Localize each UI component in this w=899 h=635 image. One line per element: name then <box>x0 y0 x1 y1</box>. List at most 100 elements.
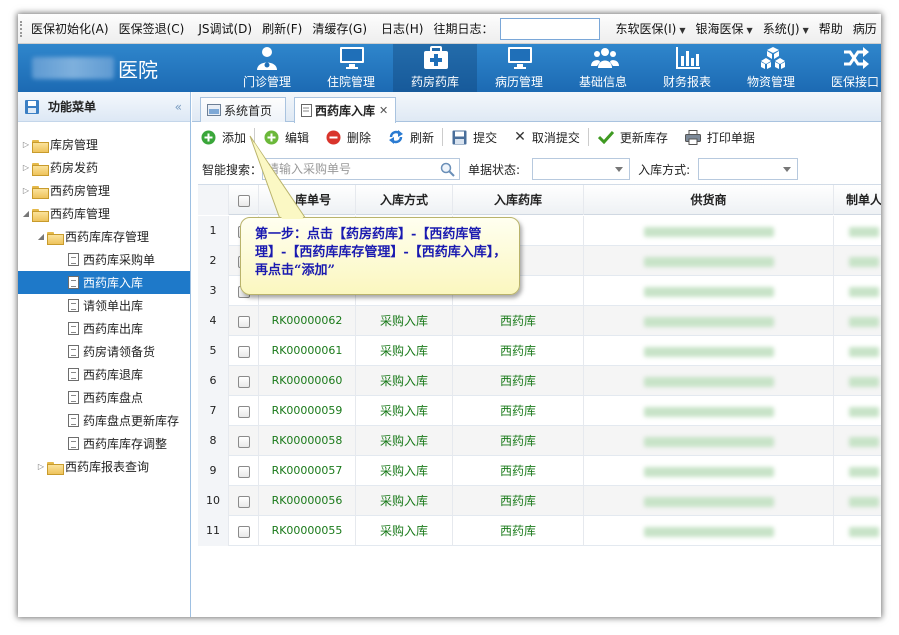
collapse-arrow-icon[interactable]: ◢ <box>21 209 31 218</box>
header-stock-in-mode[interactable]: 入库方式 <box>356 185 453 215</box>
header-supplier[interactable]: 供货商 <box>584 185 834 215</box>
table-row[interactable]: 4 RK00000062 采购入库 西药库 <box>198 306 881 336</box>
header-maker[interactable]: 制单人 <box>834 185 881 215</box>
sidebar-item-label: 西药库库存管理 <box>65 230 150 244</box>
nav-financial-reports[interactable]: 财务报表 <box>645 44 729 92</box>
menu-yinhai-insurance[interactable]: 银海医保 ▼ <box>691 20 758 37</box>
header-stock-in-id[interactable]: 入库单号 <box>259 185 356 215</box>
tab-home[interactable]: 系统首页 <box>200 97 286 122</box>
nav-basic-info[interactable]: 基础信息 <box>561 44 645 92</box>
checkbox[interactable] <box>237 495 250 508</box>
menu-dongruan-insurance[interactable]: 东软医保(I) ▼ <box>610 20 690 37</box>
table-row[interactable]: 11 RK00000055 采购入库 西药库 <box>198 516 881 546</box>
delete-button-label: 删除 <box>347 130 372 145</box>
checkbox[interactable] <box>237 315 250 328</box>
header-select-all[interactable] <box>229 185 259 215</box>
menu-medical-record[interactable]: 病历 <box>848 20 881 37</box>
row-select-cell[interactable] <box>229 456 259 486</box>
checkbox[interactable] <box>237 375 250 388</box>
sidebar-item-purchase-order[interactable]: 西药库采购单 <box>18 248 190 271</box>
delete-button[interactable]: 删除 <box>317 124 379 150</box>
sidebar-item-stocktake-update[interactable]: 药库盘点更新库存 <box>18 409 190 432</box>
add-button[interactable]: 添加 <box>192 124 254 150</box>
sidebar-item-requisition-out[interactable]: 请领单出库 <box>18 294 190 317</box>
nav-inpatient[interactable]: 住院管理 <box>309 44 393 92</box>
supplier-redacted <box>643 316 774 327</box>
expand-arrow-icon[interactable]: ▷ <box>36 462 46 471</box>
table-row[interactable]: 10 RK00000056 采购入库 西药库 <box>198 486 881 516</box>
edit-button[interactable]: 编辑 <box>255 124 317 150</box>
table-row[interactable]: 6 RK00000060 采购入库 西药库 <box>198 366 881 396</box>
supplier-cell <box>584 456 834 486</box>
shuffle-icon <box>844 47 869 69</box>
sidebar-item-dispensing[interactable]: ▷ 药房发药 <box>18 156 190 179</box>
search-icon[interactable] <box>440 162 455 177</box>
print-button[interactable]: 打印单据 <box>676 124 763 150</box>
expand-arrow-icon[interactable]: ▷ <box>21 140 31 149</box>
sidebar-item-label: 西药库采购单 <box>83 253 156 267</box>
delete-circle-icon <box>326 130 341 144</box>
row-select-cell[interactable] <box>229 426 259 456</box>
nav-materials[interactable]: 物资管理 <box>729 44 813 92</box>
maker-cell <box>834 396 881 426</box>
table-row[interactable]: 8 RK00000058 采购入库 西药库 <box>198 426 881 456</box>
menu-system[interactable]: 系统(J) ▼ <box>758 20 814 37</box>
submit-button[interactable]: 提交 <box>443 124 505 150</box>
sidebar-item-storeroom[interactable]: ▷ 库房管理 <box>18 133 190 156</box>
sidebar-item-west-inventory[interactable]: ◢ 西药库库存管理 <box>18 225 190 248</box>
row-select-cell[interactable] <box>229 306 259 336</box>
collapse-arrow-icon[interactable]: ◢ <box>36 232 46 241</box>
save-disk-icon <box>25 99 39 114</box>
update-stock-button[interactable]: 更新库存 <box>589 124 676 150</box>
table-row[interactable]: 5 RK00000061 采购入库 西药库 <box>198 336 881 366</box>
sidebar-item-stocktake[interactable]: 西药库盘点 <box>18 386 190 409</box>
expand-arrow-icon[interactable]: ▷ <box>21 163 31 172</box>
menu-log[interactable]: 日志(H) <box>376 20 428 37</box>
sidebar-item-stock-out[interactable]: 西药库出库 <box>18 317 190 340</box>
checkbox[interactable] <box>237 345 250 358</box>
sidebar-item-return[interactable]: 西药库退库 <box>18 363 190 386</box>
checkbox[interactable] <box>237 525 250 538</box>
row-select-cell[interactable] <box>229 516 259 546</box>
checkbox[interactable] <box>237 435 250 448</box>
row-select-cell[interactable] <box>229 396 259 426</box>
supplier-cell <box>584 396 834 426</box>
sidebar-item-label: 库房管理 <box>50 138 99 152</box>
checkbox[interactable] <box>237 405 250 418</box>
nav-insurance-interface[interactable]: 医保接口 <box>813 44 881 92</box>
stock-in-mode-select[interactable] <box>698 158 799 180</box>
menu-insurance-init[interactable]: 医保初始化(A) <box>26 20 114 37</box>
expand-arrow-icon[interactable]: ▷ <box>21 186 31 195</box>
sidebar-item-stock-in[interactable]: 西药库入库 <box>18 271 190 294</box>
menu-js-debug[interactable]: JS调试(D) <box>193 20 257 37</box>
refresh-button[interactable]: 刷新 <box>379 124 442 150</box>
table-row[interactable]: 9 RK00000057 采购入库 西药库 <box>198 456 881 486</box>
sidebar-item-west-storage[interactable]: ◢ 西药库管理 <box>18 202 190 225</box>
sidebar-item-requisition-prep[interactable]: 药房请领备货 <box>18 340 190 363</box>
past-log-input[interactable] <box>500 17 601 40</box>
nav-outpatient[interactable]: 门诊管理 <box>225 44 309 92</box>
menu-help[interactable]: 帮助 <box>814 20 848 37</box>
table-row[interactable]: 7 RK00000059 采购入库 西药库 <box>198 396 881 426</box>
sidebar-item-west-pharmacy[interactable]: ▷ 西药房管理 <box>18 179 190 202</box>
nav-materials-label: 物资管理 <box>746 75 795 89</box>
cancel-submit-button[interactable]: ✕ 取消提交 <box>505 124 588 150</box>
menu-clear-cache[interactable]: 清缓存(G) <box>307 20 372 37</box>
tab-close-icon[interactable]: ✕ <box>379 104 388 117</box>
sidebar-collapse-button[interactable]: « <box>175 100 182 114</box>
header-stock-in-store[interactable]: 入库药库 <box>453 185 584 215</box>
checkbox[interactable] <box>237 194 250 207</box>
row-select-cell[interactable] <box>229 486 259 516</box>
tab-stock-in[interactable]: 西药库入库 ✕ <box>294 97 396 123</box>
menu-refresh[interactable]: 刷新(F) <box>257 20 307 37</box>
sidebar-item-stock-adjust[interactable]: 西药库库存调整 <box>18 432 190 455</box>
nav-medical-records[interactable]: 病历管理 <box>477 44 561 92</box>
menu-insurance-signout[interactable]: 医保签退(C) <box>114 20 190 37</box>
row-select-cell[interactable] <box>229 366 259 396</box>
nav-pharmacy[interactable]: 药房药库 <box>393 44 477 92</box>
sidebar-item-reports[interactable]: ▷ 西药库报表查询 <box>18 455 190 478</box>
row-select-cell[interactable] <box>229 336 259 366</box>
status-select[interactable] <box>532 158 631 180</box>
smart-search-input[interactable]: 请输入采购单号 <box>262 158 461 180</box>
checkbox[interactable] <box>237 465 250 478</box>
